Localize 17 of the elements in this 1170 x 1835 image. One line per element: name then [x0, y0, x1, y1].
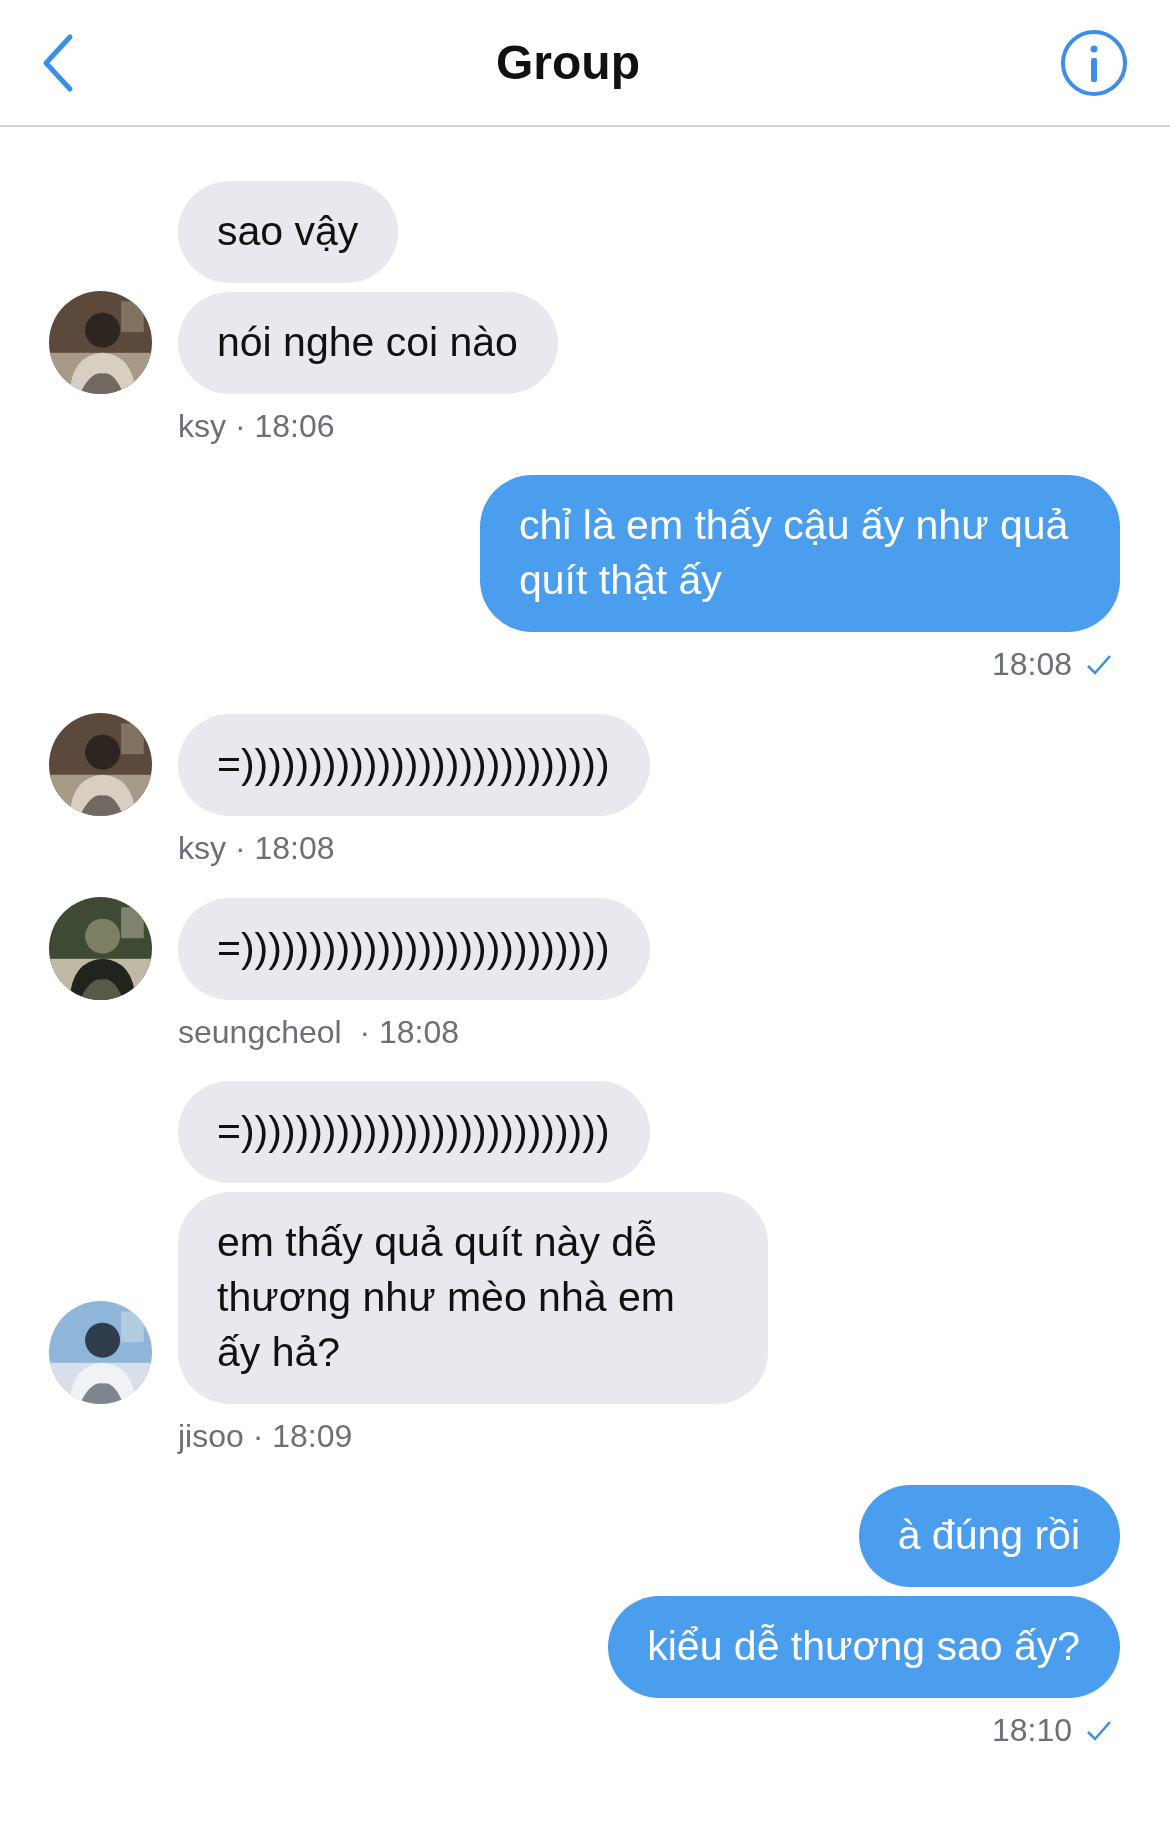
message-meta: jisoo · 18:09 — [178, 1418, 353, 1455]
message-meta: 18:10 — [991, 1712, 1072, 1749]
message-meta: 18:08 — [991, 646, 1072, 683]
message-bubble: =))))))))))))))))))))))))))) — [178, 714, 650, 816]
message-bubble: kiểu dễ thương sao ấy? — [608, 1596, 1120, 1698]
message-meta: ksy · 18:06 — [178, 408, 335, 445]
message-meta: seungcheol · 18:08 — [178, 1014, 460, 1051]
message-bubble: em thấy quả quít này dễ thương như mèo nhà em ấy hả? — [178, 1192, 768, 1404]
message-bubble: chỉ là em thấy cậu ấy như quả quít thật ấy — [480, 475, 1120, 632]
message-bubble: =))))))))))))))))))))))))))) — [178, 1081, 650, 1183]
message-bubble: à đúng rồi — [858, 1485, 1120, 1587]
message-bubble: sao vậy — [178, 181, 399, 283]
message-meta: ksy · 18:08 — [178, 830, 335, 867]
info-button[interactable] — [1060, 28, 1128, 97]
message-bubble: =))))))))))))))))))))))))))) — [178, 898, 650, 1000]
chat-title: Group — [496, 35, 640, 90]
message-bubble: nói nghe coi nào — [178, 292, 558, 394]
